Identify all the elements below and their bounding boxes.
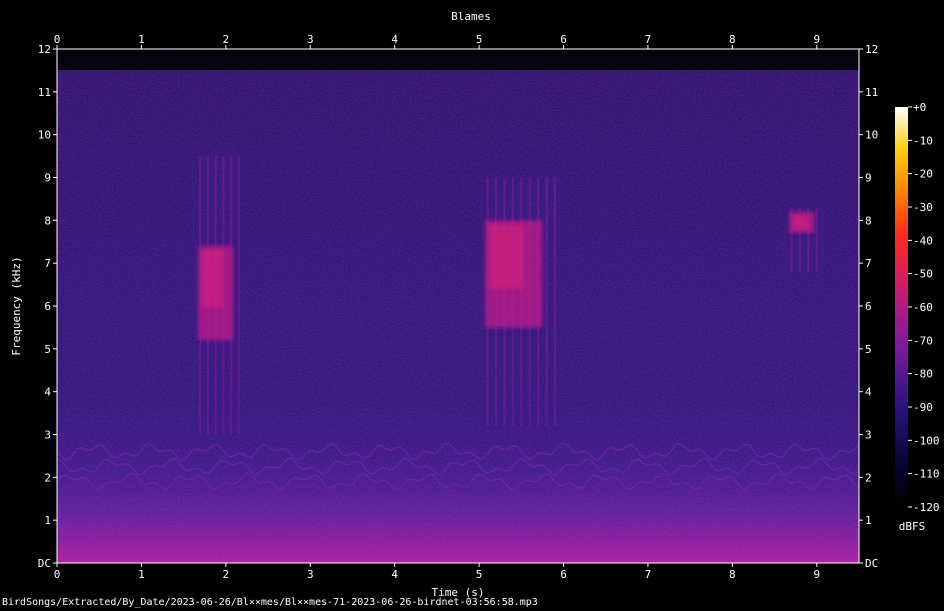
x-tick-label-top: 1 bbox=[138, 33, 145, 46]
y-tick-label-left: 9 bbox=[44, 172, 51, 185]
y-tick-label-left: 4 bbox=[44, 386, 51, 399]
chart-title: Blames bbox=[451, 10, 491, 23]
colorbar-tick-label: -110 bbox=[913, 468, 940, 481]
y-tick-label-left: 1 bbox=[44, 514, 51, 527]
colorbar-tick-label: -60 bbox=[913, 301, 933, 314]
y-tick-label-right: 8 bbox=[865, 214, 872, 227]
y-tick-label-left: 8 bbox=[44, 214, 51, 227]
y-tick-label-right: 10 bbox=[865, 129, 878, 142]
x-tick-label-bottom: 0 bbox=[54, 568, 61, 581]
y-tick-label-left: 2 bbox=[44, 471, 51, 484]
y-tick-label-right: 9 bbox=[865, 172, 872, 185]
x-tick-label-top: 4 bbox=[391, 33, 398, 46]
x-tick-label-bottom: 6 bbox=[560, 568, 567, 581]
y-tick-label-left: 6 bbox=[44, 300, 51, 313]
y-tick-label-right: 3 bbox=[865, 429, 872, 442]
colorbar-tick-label: -70 bbox=[913, 334, 933, 347]
spectrogram-noise-texture bbox=[57, 49, 859, 563]
y-tick-label-right: 7 bbox=[865, 257, 872, 270]
colorbar-label: dBFS bbox=[899, 520, 926, 533]
y-tick-label-right: 2 bbox=[865, 471, 872, 484]
y-axis-label: Frequency (kHz) bbox=[10, 256, 23, 355]
colorbar-gradient bbox=[895, 107, 908, 507]
call-highlight bbox=[202, 250, 224, 307]
spectrogram-top-dark-band bbox=[57, 49, 859, 70]
x-tick-label-bottom: 7 bbox=[645, 568, 652, 581]
y-tick-label-left: 12 bbox=[38, 43, 51, 56]
colorbar-tick-label: -30 bbox=[913, 201, 933, 214]
colorbar: +0 -10 -20 -30 -40 -50 -60 -70 -80 -90 -100 -110 -12… bbox=[895, 101, 940, 533]
x-tick-label-top: 0 bbox=[54, 33, 61, 46]
x-tick-label-bottom: 9 bbox=[813, 568, 820, 581]
y-tick-label-left: 5 bbox=[44, 343, 51, 356]
colorbar-ticks: +0 -10 -20 -30 -40 -50 -60 -70 -80 -90 -100 -110 -12… bbox=[908, 101, 940, 514]
x-tick-label-top: 9 bbox=[813, 33, 820, 46]
x-tick-label-bottom: 3 bbox=[307, 568, 314, 581]
colorbar-tick-label: -40 bbox=[913, 234, 933, 247]
y-tick-label-right: 12 bbox=[865, 43, 878, 56]
x-tick-label-bottom: 1 bbox=[138, 568, 145, 581]
y-tick-label-right: 4 bbox=[865, 386, 872, 399]
colorbar-tick-label: -80 bbox=[913, 368, 933, 381]
x-tick-label-top: 3 bbox=[307, 33, 314, 46]
y-tick-label-right: 5 bbox=[865, 343, 872, 356]
x-tick-label-bottom: 2 bbox=[223, 568, 230, 581]
x-tick-label-top: 2 bbox=[223, 33, 230, 46]
y-tick-label-right: 6 bbox=[865, 300, 872, 313]
y-tick-label-left: DC bbox=[38, 557, 51, 570]
y-tick-label-left: 10 bbox=[38, 129, 51, 142]
call-highlight bbox=[489, 224, 524, 289]
x-tick-label-bottom: 5 bbox=[476, 568, 483, 581]
colorbar-tick-label: -100 bbox=[913, 434, 940, 447]
call-highlight bbox=[793, 215, 809, 229]
colorbar-tick-label: -50 bbox=[913, 268, 933, 281]
y-tick-label-left: 7 bbox=[44, 257, 51, 270]
x-tick-label-top: 6 bbox=[560, 33, 567, 46]
y-tick-label-right: 11 bbox=[865, 86, 878, 99]
source-filename: BirdSongs/Extracted/By_Date/2023-06-26/B… bbox=[2, 597, 538, 608]
colorbar-tick-label: -10 bbox=[913, 134, 933, 147]
x-tick-label-top: 8 bbox=[729, 33, 736, 46]
plot-area bbox=[56, 48, 860, 564]
colorbar-tick-label: -20 bbox=[913, 168, 933, 181]
colorbar-tick-label: +0 bbox=[913, 101, 926, 114]
x-tick-label-bottom: 8 bbox=[729, 568, 736, 581]
y-tick-label-right: 1 bbox=[865, 514, 872, 527]
x-tick-label-top: 5 bbox=[476, 33, 483, 46]
y-tick-label-right: DC bbox=[865, 557, 878, 570]
spectrogram-figure: Blames Time (s) Frequency (kHz) 00112233… bbox=[10, 10, 940, 599]
y-tick-label-left: 11 bbox=[38, 86, 51, 99]
x-tick-label-bottom: 4 bbox=[391, 568, 398, 581]
x-tick-label-top: 7 bbox=[645, 33, 652, 46]
colorbar-tick-label: -120 bbox=[913, 501, 940, 514]
colorbar-tick-label: -90 bbox=[913, 401, 933, 414]
y-tick-label-left: 3 bbox=[44, 429, 51, 442]
